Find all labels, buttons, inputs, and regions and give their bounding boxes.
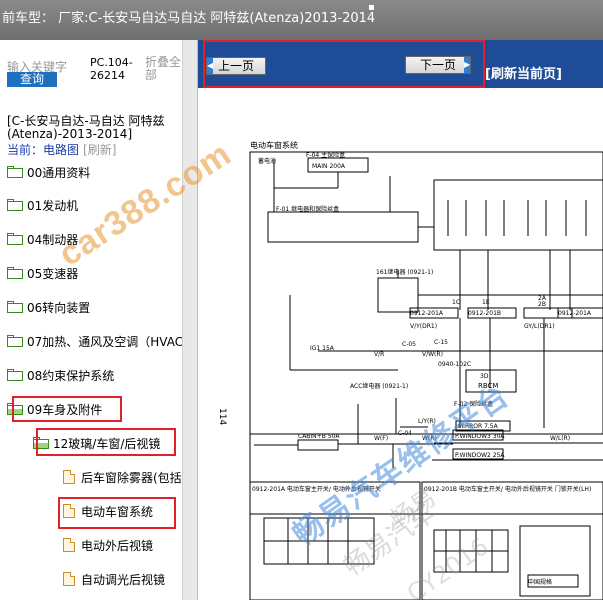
- tree-item-auto-dimming-mirror[interactable]: 自动调光后视镜: [63, 568, 165, 590]
- diagram-label: 0912-201B 电动车窗主开关/ 电动外后视镜开关 门锁开关(LH): [424, 485, 591, 493]
- tree-item-power-mirror[interactable]: 电动外后视镜: [63, 534, 153, 556]
- diagram-label: P.WINDOW2 25A: [455, 452, 505, 459]
- diagram-label: F-01 继电器和保险丝盒: [276, 205, 339, 213]
- folder-icon: [7, 301, 23, 313]
- diagram-label: 1E: [482, 299, 490, 306]
- tree-item-label: 06转向装置: [27, 300, 91, 315]
- tree-item-label: 电动外后视镜: [81, 538, 154, 553]
- folder-icon: [7, 233, 23, 245]
- diagram-label: V/Y(DR1): [410, 323, 437, 330]
- refresh-link[interactable]: [刷新]: [83, 143, 116, 157]
- diagram-label: W(F): [374, 435, 388, 442]
- model-full-name: [C-长安马自达-马自达 阿特兹(Atenza)-2013-2014]: [7, 114, 165, 141]
- search-button[interactable]: 查询: [7, 72, 57, 87]
- tree-item-rear-defogger[interactable]: 后车窗除雾器(包括: [63, 466, 182, 488]
- refresh-page-link[interactable]: [刷新当前页]: [485, 63, 562, 82]
- page-toolbar: ◀ 上一页 下一页 ▶ [刷新当前页]: [198, 40, 603, 88]
- tree-item-general[interactable]: 00通用资料: [7, 161, 90, 183]
- collapse-all-button[interactable]: 折叠全部: [145, 56, 181, 82]
- title-dot: ▪: [368, 2, 375, 13]
- folder-icon: [7, 267, 23, 279]
- tree-item-restraints[interactable]: 08约束保护系统: [7, 364, 114, 386]
- diagram-label: C-05: [402, 341, 416, 348]
- diagram-label: 0912-201A: [558, 310, 592, 317]
- model-code: PC.104-26214: [90, 56, 133, 82]
- diagram-label: C-15: [434, 339, 448, 346]
- page-number: 114: [217, 408, 227, 425]
- document-icon: [63, 470, 75, 484]
- diagram-label: 0912-201B: [468, 310, 501, 317]
- tree-item-label: 00通用资料: [27, 165, 91, 180]
- diagram-title: 电动车窗系统: [250, 140, 298, 150]
- folder-icon: [7, 335, 23, 347]
- document-icon: [63, 538, 75, 552]
- highlight-box: [58, 497, 176, 529]
- diagram-label: V/R: [374, 351, 384, 358]
- current-location: 当前：电路图 [刷新]: [7, 141, 116, 158]
- diagram-label: 1C: [452, 299, 460, 306]
- diagram-label: 中国规格: [528, 578, 552, 586]
- diagram-label: IG1 15A: [310, 345, 335, 352]
- diagram-label: MAIN 200A: [312, 163, 346, 170]
- tree-item-steering[interactable]: 06转向装置: [7, 296, 90, 318]
- diagram-label: GY/L(DR1): [524, 323, 555, 330]
- diagram-label: F-04 主保险盒: [306, 151, 345, 159]
- tree-item-hvac[interactable]: 07加热、通风及空调（HVAC: [7, 330, 182, 352]
- window-title: 前车型： 厂家:C-长安马自达马自达 阿特兹(Atenza)2013-2014: [2, 11, 376, 26]
- highlight-box: [36, 428, 176, 456]
- folder-icon: [7, 166, 23, 178]
- current-link[interactable]: 电路图: [43, 143, 79, 157]
- highlight-box: [203, 40, 485, 88]
- diagram-label: 0940-102C: [438, 361, 471, 368]
- tree-item-label: 自动调光后视镜: [81, 572, 166, 587]
- diagram-label: 2B: [538, 301, 546, 308]
- diagram-label: W/L(R): [550, 435, 570, 442]
- diagram-label: 161继电器 (0921-1): [376, 268, 433, 276]
- left-pane: 输入关键字 查询 PC.104-26214 折叠全部 [C-长安马自达-马自达 …: [0, 40, 182, 600]
- pane-splitter[interactable]: [182, 40, 198, 600]
- document-icon: [63, 572, 75, 586]
- tree-item-engine[interactable]: 01发动机: [7, 194, 78, 216]
- title-bar: 前车型： 厂家:C-长安马自达马自达 阿特兹(Atenza)2013-2014 …: [0, 0, 603, 40]
- diagram-label: ACC继电器 (0921-1): [350, 382, 408, 390]
- current-prefix: 当前：: [7, 143, 44, 157]
- tree-item-label: 07加热、通风及空调（HVAC: [27, 334, 182, 349]
- diagram-label: V/W(R): [422, 351, 443, 358]
- diagram-label: 0912-201A: [410, 310, 444, 317]
- diagram-label: CABIN+B 50A: [298, 433, 340, 440]
- folder-icon: [7, 199, 23, 211]
- tree-item-label: 后车窗除雾器(包括: [81, 470, 182, 485]
- highlight-box: [12, 396, 122, 422]
- folder-icon: [7, 369, 23, 381]
- diagram-label: 蓄电池: [258, 157, 276, 165]
- tree-item-label: 01发动机: [27, 198, 79, 213]
- tree-item-label: 08约束保护系统: [27, 368, 115, 383]
